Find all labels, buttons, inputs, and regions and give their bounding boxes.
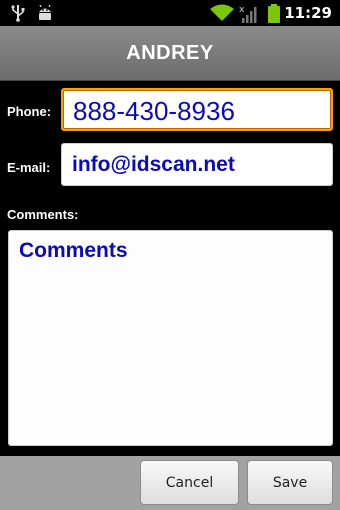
wifi-icon bbox=[209, 4, 235, 27]
comments-label: Comments: bbox=[7, 207, 79, 222]
phone-field[interactable]: 888-430-8936 bbox=[61, 88, 333, 131]
phone-label: Phone: bbox=[7, 104, 52, 119]
cancel-button[interactable]: Cancel bbox=[140, 460, 239, 505]
button-bar: Cancel Save bbox=[0, 456, 340, 510]
android-debug-icon bbox=[36, 4, 54, 27]
title-bar: ANDREY bbox=[0, 26, 340, 81]
usb-icon bbox=[10, 4, 26, 27]
status-bar: x 11:29 bbox=[0, 0, 340, 26]
contact-name-title: ANDREY bbox=[126, 41, 214, 64]
comments-placeholder: Comments bbox=[19, 239, 128, 262]
email-label: E-mail: bbox=[7, 160, 51, 175]
status-time: 11:29 bbox=[284, 4, 332, 22]
save-button[interactable]: Save bbox=[247, 460, 333, 505]
comments-field[interactable]: Comments bbox=[8, 230, 333, 446]
svg-text:x: x bbox=[239, 5, 245, 15]
email-field[interactable]: info@idscan.net bbox=[61, 143, 333, 186]
